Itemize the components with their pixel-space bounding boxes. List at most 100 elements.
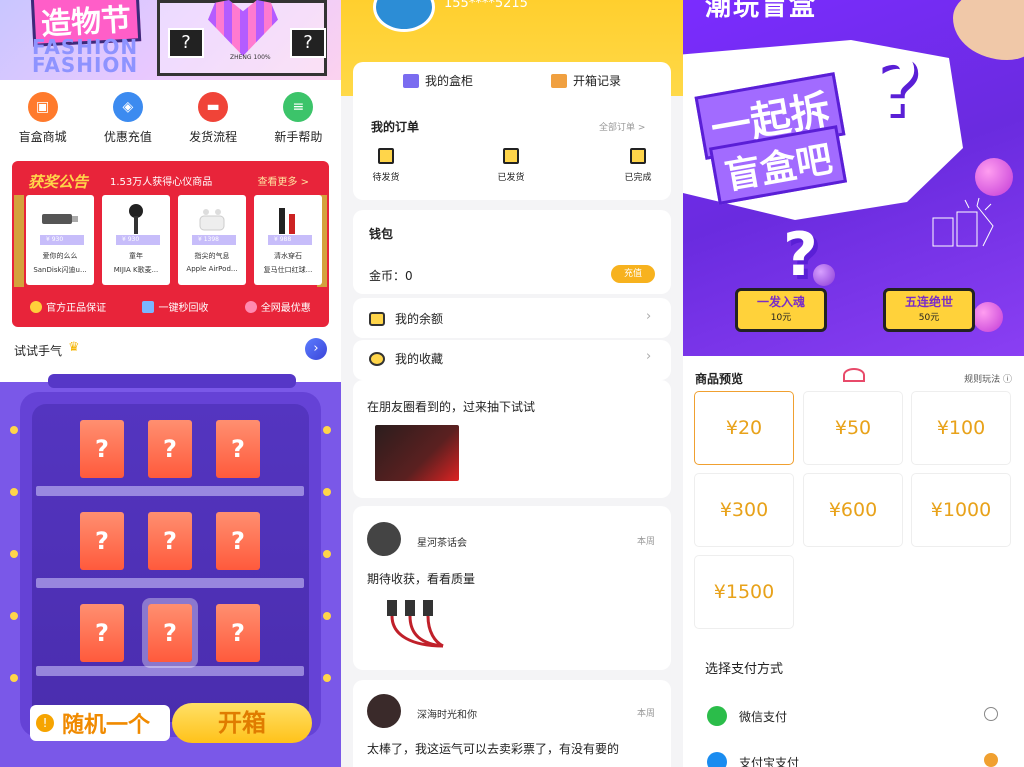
product-card[interactable]: ¥ 930 爱你的么么 SanDisk闪迪u... <box>26 195 94 285</box>
shortcut-label: 发货流程 <box>189 130 238 144</box>
light-bulb <box>323 674 331 682</box>
balance-item[interactable]: 我的余额 <box>369 310 443 327</box>
mystery-box[interactable]: ? <box>216 604 260 662</box>
decor-ball <box>975 158 1013 196</box>
product-card[interactable]: ¥ 988 清水穿石 复马仕口红球... <box>254 195 322 285</box>
comment-photo[interactable] <box>375 425 459 481</box>
mystery-box[interactable]: ? <box>80 420 124 478</box>
avatar[interactable] <box>367 694 401 728</box>
orders-title: 我的订单 <box>371 120 420 134</box>
profile-panel: 155****5215 我的盒柜 开箱记录 我的订单 全部订单 > 待发货 已发… <box>341 0 683 767</box>
mystery-box[interactable]: ? <box>80 604 124 662</box>
amount-option-600[interactable]: ¥600 <box>804 474 902 546</box>
product-name: SanDisk闪迪u... <box>33 266 87 274</box>
try-luck-label: 试试手气 <box>14 344 63 358</box>
amount-option-100[interactable]: ¥100 <box>912 392 1010 464</box>
mystery-box[interactable]: ? <box>216 512 260 570</box>
product-name: MIJIA K歌麦... <box>113 266 159 274</box>
avatar[interactable] <box>367 522 401 556</box>
amount-option-50[interactable]: ¥50 <box>804 392 902 464</box>
truck-icon <box>503 148 519 164</box>
winner-name: 爱你的么么 <box>42 252 78 260</box>
microphone-icon <box>112 201 160 237</box>
box-icon <box>551 73 567 88</box>
winner-products: ¥ 930 爱你的么么 SanDisk闪迪u... ¥ 930 童年 MIJIA… <box>26 195 322 285</box>
rules-link[interactable]: 规则玩法 ⓘ <box>964 372 1012 385</box>
shortcut-recharge[interactable]: ◈ 优惠充值 <box>88 92 168 145</box>
recharge-button[interactable]: 充值 <box>611 265 655 283</box>
commenter-name: 深海时光和你 <box>417 710 477 721</box>
doc-icon: ≡ <box>283 92 314 122</box>
usb-drive-icon <box>36 201 84 237</box>
light-bulb <box>10 612 18 620</box>
receipt-icon <box>630 148 646 164</box>
shortcut-blindbox-mall[interactable]: ▣ 盲盒商城 <box>3 92 83 145</box>
light-bulb <box>323 550 331 558</box>
product-price: ¥ 930 <box>116 235 160 245</box>
product-price: ¥ 930 <box>40 235 84 245</box>
pay-alipay[interactable]: 支付宝支付 <box>695 734 1012 767</box>
heart-icon <box>369 351 385 366</box>
chevron-right-icon: › <box>646 309 652 324</box>
guarantee-item: 全网最优惠 <box>244 299 311 314</box>
winner-name: 童年 <box>129 252 143 260</box>
favorites-item[interactable]: 我的收藏 <box>369 350 443 367</box>
comment-time: 本周 <box>636 709 655 719</box>
truck-icon: ▬ <box>198 92 229 122</box>
single-draw-tier[interactable]: 一发入魂 10元 <box>735 288 827 332</box>
amount-option-20[interactable]: ¥20 <box>695 392 793 464</box>
mystery-box[interactable]: ? <box>216 420 260 478</box>
order-shipped[interactable]: 已发货 <box>491 148 531 183</box>
cabinet-link[interactable]: 我的盒柜 <box>403 72 473 89</box>
radio-button-selected[interactable] <box>984 753 998 767</box>
winner-notice: 获奖公告 1.53万人获得心仪商品 查看更多 > ¥ 930 爱你的么么 San… <box>12 161 329 327</box>
light-bulb <box>323 426 331 434</box>
product-name: 复马仕口红球... <box>263 266 313 274</box>
try-luck-bar[interactable]: 试试手气 ♛ › <box>0 330 341 370</box>
chevron-right-icon[interactable]: › <box>305 338 327 360</box>
mystery-box-selected[interactable]: ? <box>148 604 192 662</box>
crown-icon: ♛ <box>68 340 80 355</box>
order-done[interactable]: 已完成 <box>618 148 658 183</box>
shortcut-label: 新手帮助 <box>274 130 323 144</box>
five-draw-tier[interactable]: 五连绝世 50元 <box>883 288 975 332</box>
chevron-right-icon: › <box>646 349 652 364</box>
machine-header <box>48 374 296 388</box>
amount-option-300[interactable]: ¥300 <box>695 474 793 546</box>
wallet-icon: ◈ <box>112 92 143 122</box>
amount-option-1500[interactable]: ¥1500 <box>695 556 793 628</box>
amount-option-1000[interactable]: ¥1000 <box>912 474 1010 546</box>
shelf <box>36 486 304 496</box>
product-card[interactable]: ¥ 1398 指尖的气息 Apple AirPod... <box>178 195 246 285</box>
cable-photo[interactable] <box>383 596 459 652</box>
notice-more-link[interactable]: 查看更多 > <box>257 173 309 188</box>
coin-icon: ! <box>36 714 54 732</box>
mystery-box-icon: ? <box>168 28 204 58</box>
random-pick-button[interactable]: ! 随机一个 <box>30 705 170 741</box>
notice-title: 获奖公告 <box>28 173 89 191</box>
radio-button[interactable] <box>984 707 998 721</box>
promo-hero: 潮玩盲盒 一起拆 盲盒吧 ? ? 一发入魂 10元 五连绝世 50元 <box>683 0 1024 356</box>
question-mark-icon: ? <box>783 220 818 290</box>
shortcut-label: 盲盒商城 <box>18 130 67 144</box>
all-orders-link[interactable]: 全部订单 > <box>599 120 645 133</box>
section-title: 商品预览 <box>695 372 744 386</box>
decor-ball <box>813 264 835 286</box>
product-card[interactable]: ¥ 930 童年 MIJIA K歌麦... <box>102 195 170 285</box>
shortcut-help[interactable]: ≡ 新手帮助 <box>258 92 338 145</box>
product-name: Apple AirPod... <box>186 265 238 273</box>
mystery-box[interactable]: ? <box>148 512 192 570</box>
shelf <box>36 666 304 676</box>
winner-name: 指尖的气息 <box>194 252 230 260</box>
random-pick-label: 随机一个 <box>62 713 151 738</box>
comment-text: 太棒了，我这运气可以去卖彩票了，有没有要的 <box>367 742 620 756</box>
open-box-button[interactable]: 开箱 <box>172 703 312 743</box>
light-bulb <box>323 488 331 496</box>
mystery-box[interactable]: ? <box>80 512 124 570</box>
shortcut-shipping[interactable]: ▬ 发货流程 <box>173 92 253 145</box>
order-pending[interactable]: 待发货 <box>366 148 406 183</box>
hand-graphic <box>953 0 1024 60</box>
mystery-box[interactable]: ? <box>148 420 192 478</box>
event-banner[interactable]: 造物节 FASHION FASHION ? ? ZHENG 100% <box>0 0 341 80</box>
records-link[interactable]: 开箱记录 <box>551 72 621 89</box>
